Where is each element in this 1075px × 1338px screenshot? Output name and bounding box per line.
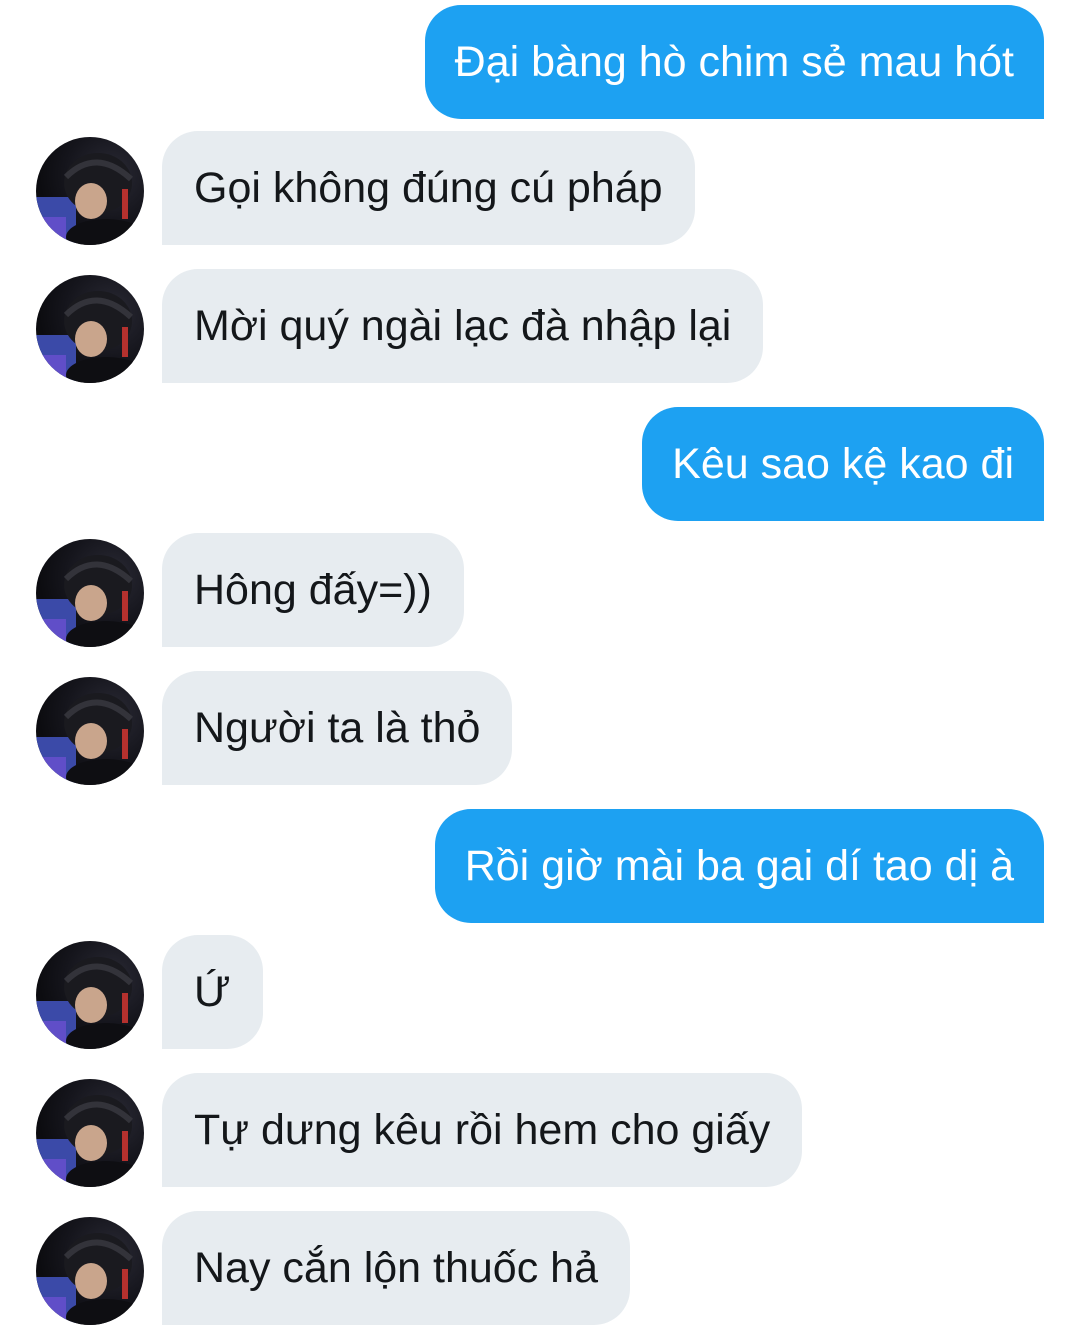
message-bubble[interactable]: Kêu sao kệ kao đi — [642, 407, 1044, 521]
message-bubble[interactable]: Đại bàng hò chim sẻ mau hót — [424, 5, 1044, 119]
message-bubble[interactable]: Mời quý ngài lạc đà nhập lại — [162, 269, 764, 383]
received-message: Mời quý ngài lạc đà nhập lại — [162, 269, 764, 383]
avatar[interactable] — [36, 137, 144, 245]
avatar-photo-icon — [36, 957, 144, 1049]
avatar[interactable] — [36, 539, 144, 647]
avatar[interactable] — [36, 677, 144, 785]
message-text: Gọi không đúng cú pháp — [194, 163, 663, 212]
message-text: Rồi giờ mài ba gai dí tao dị à — [464, 841, 1014, 890]
received-message: Gọi không đúng cú pháp — [162, 131, 695, 245]
avatar-photo-icon — [36, 693, 144, 785]
message-text: Mời quý ngài lạc đà nhập lại — [194, 301, 732, 350]
sent-message: Rồi giờ mài ba gai dí tao dị à — [434, 809, 1044, 923]
avatar-photo-icon — [36, 291, 144, 383]
message-bubble[interactable]: Nay cắn lộn thuốc hả — [162, 1211, 630, 1325]
avatar-photo-icon — [36, 153, 144, 245]
message-text: Hông đấy=)) — [194, 565, 432, 614]
message-text: Tự dưng kêu rồi hem cho giấy — [194, 1105, 771, 1154]
message-bubble[interactable]: Hông đấy=)) — [162, 533, 464, 647]
message-bubble[interactable]: Người ta là thỏ — [162, 671, 513, 785]
sent-message: Kêu sao kệ kao đi — [642, 407, 1044, 521]
received-message: Nay cắn lộn thuốc hả — [162, 1211, 630, 1325]
avatar[interactable] — [36, 275, 144, 383]
avatar[interactable] — [36, 1079, 144, 1187]
received-message: Tự dưng kêu rồi hem cho giấy — [162, 1073, 803, 1187]
message-text: Kêu sao kệ kao đi — [672, 439, 1014, 488]
message-bubble[interactable]: Ứ — [162, 935, 263, 1049]
avatar-photo-icon — [36, 555, 144, 647]
avatar[interactable] — [36, 941, 144, 1049]
avatar-photo-icon — [36, 1095, 144, 1187]
message-bubble[interactable]: Rồi giờ mài ba gai dí tao dị à — [434, 809, 1044, 923]
message-bubble[interactable]: Tự dưng kêu rồi hem cho giấy — [162, 1073, 803, 1187]
received-message: Ứ — [162, 935, 263, 1049]
received-message: Người ta là thỏ — [162, 671, 513, 785]
sent-message: Đại bàng hò chim sẻ mau hót — [424, 5, 1044, 119]
message-text: Nay cắn lộn thuốc hả — [194, 1243, 598, 1292]
message-text: Người ta là thỏ — [194, 703, 481, 752]
received-message: Hông đấy=)) — [162, 533, 464, 647]
message-text: Đại bàng hò chim sẻ mau hót — [454, 37, 1014, 86]
avatar-photo-icon — [36, 1233, 144, 1325]
message-bubble[interactable]: Gọi không đúng cú pháp — [162, 131, 695, 245]
message-text: Ứ — [194, 967, 231, 1016]
avatar[interactable] — [36, 1217, 144, 1325]
conversation-thread: Đại bàng hò chim sẻ mau hót Gọi không đú… — [0, 0, 1075, 1338]
